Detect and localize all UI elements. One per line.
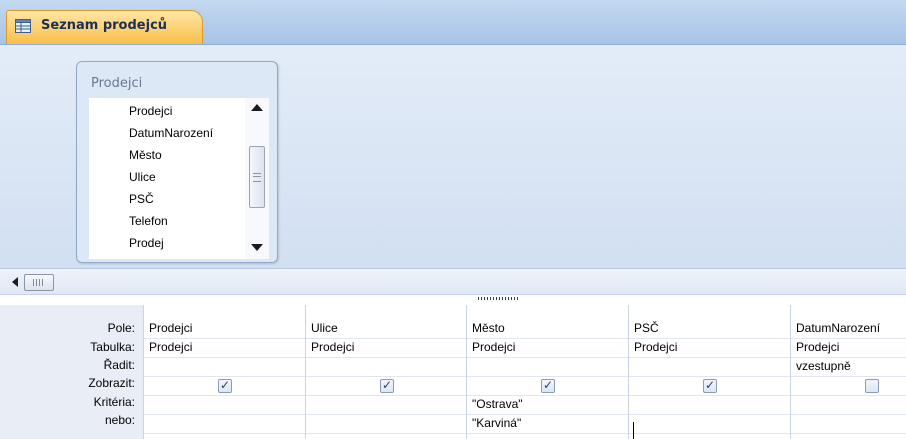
field-cell[interactable]: PSČ [629, 319, 791, 339]
field-cell[interactable]: DatumNarození [791, 319, 906, 339]
sort-cell[interactable] [467, 357, 629, 377]
grid-column-1[interactable]: Prodejci Prodejci [143, 305, 306, 439]
table-cell[interactable]: Prodejci [629, 338, 791, 358]
splitter-grip-icon [478, 297, 518, 300]
sort-cell[interactable] [629, 357, 791, 377]
table-cell[interactable]: Prodejci [791, 338, 906, 358]
show-cell [791, 376, 906, 396]
show-checkbox[interactable] [865, 379, 879, 393]
or-cell[interactable] [791, 414, 906, 434]
text-cursor [633, 422, 634, 439]
field-prodejci[interactable]: Prodejci [129, 104, 172, 118]
grid-column-5[interactable]: DatumNarození Prodejci vzestupně [790, 305, 906, 439]
sort-cell[interactable] [306, 357, 467, 377]
horizontal-scroll-thumb[interactable] [24, 274, 54, 291]
row-label-kriteria: Kritéria: [93, 395, 135, 409]
document-tab-bar: Seznam prodejců [0, 0, 906, 45]
field-cell[interactable]: Prodejci [144, 319, 306, 339]
sort-cell[interactable] [144, 357, 306, 377]
table-title: Prodejci [91, 76, 143, 91]
criteria-cell[interactable] [144, 395, 306, 415]
show-checkbox[interactable] [703, 377, 717, 393]
table-cell[interactable]: Prodejci [467, 338, 629, 358]
row-label-tabulka: Tabulka: [90, 340, 135, 354]
scroll-down-arrow-icon[interactable] [251, 244, 263, 251]
field-psc[interactable]: PSČ [129, 192, 154, 206]
show-cell [467, 376, 629, 396]
or-cell[interactable] [306, 414, 467, 434]
scroll-left-arrow-icon[interactable] [12, 277, 18, 287]
query-icon [15, 19, 31, 33]
grid-column-3[interactable]: Město Prodejci "Ostrava" "Karviná" [466, 305, 629, 439]
document-tab-seznam-prodejcu[interactable]: Seznam prodejců [6, 10, 203, 44]
or-cell[interactable] [144, 414, 306, 434]
show-checkbox[interactable] [380, 377, 394, 393]
field-list-scrollbar[interactable] [245, 98, 269, 259]
field-prodej[interactable]: Prodej [129, 236, 164, 250]
scroll-up-arrow-icon[interactable] [251, 104, 263, 111]
query-design-area: Prodejci Prodejci DatumNarození Město Ul… [0, 45, 906, 268]
show-cell [629, 376, 791, 396]
or-cell[interactable] [629, 414, 791, 434]
table-cell[interactable]: Prodejci [144, 338, 306, 358]
row-label-radit: Řadit: [103, 358, 135, 372]
query-design-grid: Pole: Tabulka: Řadit: Zobrazit: Kritéria… [0, 305, 906, 439]
show-cell [144, 376, 306, 396]
field-mesto[interactable]: Město [129, 148, 162, 162]
show-checkbox[interactable] [218, 377, 232, 393]
or-cell[interactable]: "Karviná" [467, 414, 629, 434]
field-ulice[interactable]: Ulice [129, 170, 156, 184]
criteria-cell[interactable] [791, 395, 906, 415]
field-datum-narozeni[interactable]: DatumNarození [129, 126, 213, 140]
field-list[interactable]: Prodejci DatumNarození Město Ulice PSČ T… [89, 98, 269, 259]
field-cell[interactable]: Ulice [306, 319, 467, 339]
grid-row-labels: Pole: Tabulka: Řadit: Zobrazit: Kritéria… [0, 305, 143, 439]
design-area-horizontal-scrollbar[interactable] [0, 268, 906, 295]
row-label-zobrazit: Zobrazit: [88, 376, 135, 390]
grip-icon [33, 279, 43, 286]
grid-column-4[interactable]: PSČ Prodejci [628, 305, 791, 439]
field-cell[interactable]: Město [467, 319, 629, 339]
sort-cell[interactable]: vzestupně [791, 357, 906, 377]
document-tab-title: Seznam prodejců [41, 18, 168, 33]
show-checkbox[interactable] [541, 377, 555, 393]
show-cell [306, 376, 467, 396]
row-label-pole: Pole: [107, 321, 135, 335]
criteria-cell[interactable] [306, 395, 467, 415]
criteria-cell[interactable]: "Ostrava" [467, 395, 629, 415]
row-label-nebo: nebo: [104, 413, 135, 427]
scroll-thumb[interactable] [249, 146, 265, 208]
field-telefon[interactable]: Telefon [129, 214, 168, 228]
grid-column-2[interactable]: Ulice Prodejci [305, 305, 467, 439]
table-cell[interactable]: Prodejci [306, 338, 467, 358]
criteria-cell[interactable] [629, 395, 791, 415]
grip-icon [253, 173, 261, 182]
table-field-list-prodejci[interactable]: Prodejci Prodejci DatumNarození Město Ul… [76, 61, 278, 263]
